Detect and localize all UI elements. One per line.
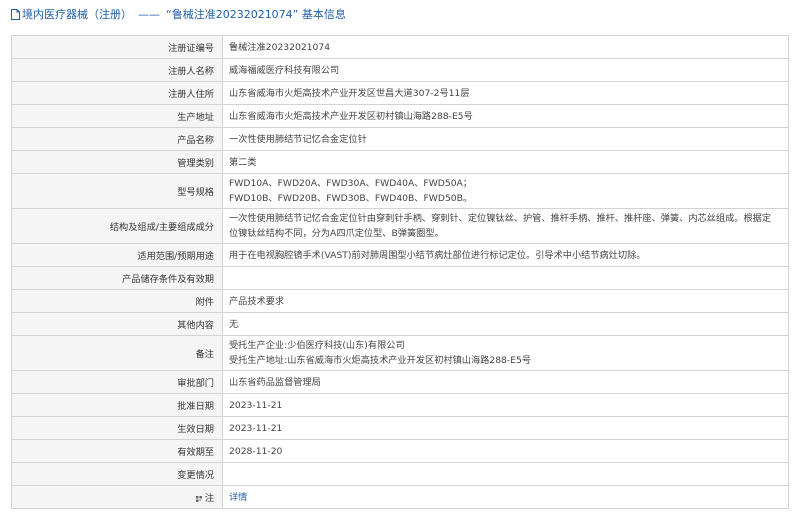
- structure-text: 一次性使用肺结节记忆合金定位针由穿刺针手柄、穿刺针、定位镍钛丝、护管、推杆手柄、…: [229, 213, 772, 239]
- field-label: 产品名称: [11, 127, 223, 151]
- note-label: 注: [204, 493, 214, 504]
- field-label: 产品储存条件及有效期: [11, 266, 223, 290]
- table-row: 变更情况: [11, 462, 789, 486]
- detail-link[interactable]: 详情: [229, 492, 247, 503]
- field-label: 批准日期: [11, 393, 223, 417]
- field-value: 详情: [222, 485, 789, 509]
- table-row: 型号规格 FWD10A、FWD20A、FWD30A、FWD40A、FWD50A；…: [11, 173, 789, 209]
- table-row: 产品储存条件及有效期: [11, 266, 789, 290]
- field-value: 产品技术要求: [222, 289, 789, 313]
- table-row: 注 详情: [11, 485, 789, 509]
- table-row: 审批部门 山东省药品监督管理局: [11, 370, 789, 394]
- field-label: 注册人名称: [11, 58, 223, 82]
- table-row: 生产地址 山东省威海市火炬高技术产业开发区初村镇山海路288-E5号: [11, 104, 789, 128]
- remark-line-2: 受托生产地址:山东省威海市火炬高技术产业开发区初村镇山海路288-E5号: [229, 355, 532, 366]
- field-value: 2028-11-20: [222, 439, 789, 463]
- table-row: 注册人住所 山东省威海市火炬高技术产业开发区世昌大道307-2号11层: [11, 81, 789, 105]
- field-value: 2023-11-21: [222, 416, 789, 440]
- table-row: 产品名称 一次性使用肺结节记忆合金定位针: [11, 127, 789, 151]
- field-value: 山东省药品监督管理局: [222, 370, 789, 394]
- table-row: 备注 受托生产企业:少伯医疗科技(山东)有限公司 受托生产地址:山东省威海市火炬…: [11, 335, 789, 371]
- field-label: 附件: [11, 289, 223, 313]
- page-header: 境内医疗器械（注册） —— “鲁械注准20232021074” 基本信息: [0, 0, 801, 28]
- table-row: 其他内容 无: [11, 312, 789, 336]
- table-row: 结构及组成/主要组成成分 一次性使用肺结节记忆合金定位针由穿刺针手柄、穿刺针、定…: [11, 208, 789, 244]
- field-value: [222, 462, 789, 486]
- table-row: 批准日期 2023-11-21: [11, 393, 789, 417]
- field-value: 第二类: [222, 150, 789, 174]
- field-label: 有效期至: [11, 439, 223, 463]
- field-value: 鲁械注准20232021074: [222, 35, 789, 59]
- table-row: 管理类别 第二类: [11, 150, 789, 174]
- info-table-container: 注册证编号 鲁械注准20232021074 注册人名称 威海福威医疗科技有限公司…: [11, 35, 789, 509]
- table-row: 生效日期 2023-11-21: [11, 416, 789, 440]
- breadcrumb[interactable]: 境内医疗器械（注册）: [22, 6, 132, 22]
- document-icon: [11, 8, 20, 20]
- field-label: 变更情况: [11, 462, 223, 486]
- field-value: 一次性使用肺结节记忆合金定位针由穿刺针手柄、穿刺针、定位镍钛丝、护管、推杆手柄、…: [222, 208, 789, 244]
- table-row: 注册证编号 鲁械注准20232021074: [11, 35, 789, 59]
- field-label: 生产地址: [11, 104, 223, 128]
- field-label: 其他内容: [11, 312, 223, 336]
- page-title: “鲁械注准20232021074” 基本信息: [166, 8, 346, 21]
- field-label: 注册证编号: [11, 35, 223, 59]
- field-value: 用于在电视胸腔镜手术(VAST)前对肺周围型小结节病灶部位进行标记定位。引导术中…: [222, 243, 789, 267]
- model-line-2: FWD10B、FWD20B、FWD30B、FWD40B、FWD50B。: [229, 193, 473, 204]
- table-row: 适用范围/预期用途 用于在电视胸腔镜手术(VAST)前对肺周围型小结节病灶部位进…: [11, 243, 789, 267]
- field-value: 受托生产企业:少伯医疗科技(山东)有限公司 受托生产地址:山东省威海市火炬高技术…: [222, 335, 789, 371]
- field-label: 适用范围/预期用途: [11, 243, 223, 267]
- model-line-1: FWD10A、FWD20A、FWD30A、FWD40A、FWD50A；: [229, 178, 473, 189]
- field-label: 结构及组成/主要组成成分: [11, 208, 223, 244]
- field-value: 一次性使用肺结节记忆合金定位针: [222, 127, 789, 151]
- field-label: 注: [11, 485, 223, 509]
- info-table: 注册证编号 鲁械注准20232021074 注册人名称 威海福威医疗科技有限公司…: [11, 35, 789, 509]
- table-row: 附件 产品技术要求: [11, 289, 789, 313]
- table-row: 注册人名称 威海福威医疗科技有限公司: [11, 58, 789, 82]
- field-value: 山东省威海市火炬高技术产业开发区世昌大道307-2号11层: [222, 81, 789, 105]
- table-row: 有效期至 2028-11-20: [11, 439, 789, 463]
- field-label: 管理类别: [11, 150, 223, 174]
- field-label: 生效日期: [11, 416, 223, 440]
- title-separator: ——: [138, 7, 160, 21]
- remark-line-1: 受托生产企业:少伯医疗科技(山东)有限公司: [229, 340, 405, 351]
- field-label: 审批部门: [11, 370, 223, 394]
- field-label: 型号规格: [11, 173, 223, 209]
- qr-code-icon: [195, 495, 202, 502]
- field-label: 注册人住所: [11, 81, 223, 105]
- field-value: FWD10A、FWD20A、FWD30A、FWD40A、FWD50A； FWD1…: [222, 173, 789, 209]
- field-value: 2023-11-21: [222, 393, 789, 417]
- field-label: 备注: [11, 335, 223, 371]
- field-value: 山东省威海市火炬高技术产业开发区初村镇山海路288-E5号: [222, 104, 789, 128]
- field-value: 无: [222, 312, 789, 336]
- field-value: 威海福威医疗科技有限公司: [222, 58, 789, 82]
- field-value: [222, 266, 789, 290]
